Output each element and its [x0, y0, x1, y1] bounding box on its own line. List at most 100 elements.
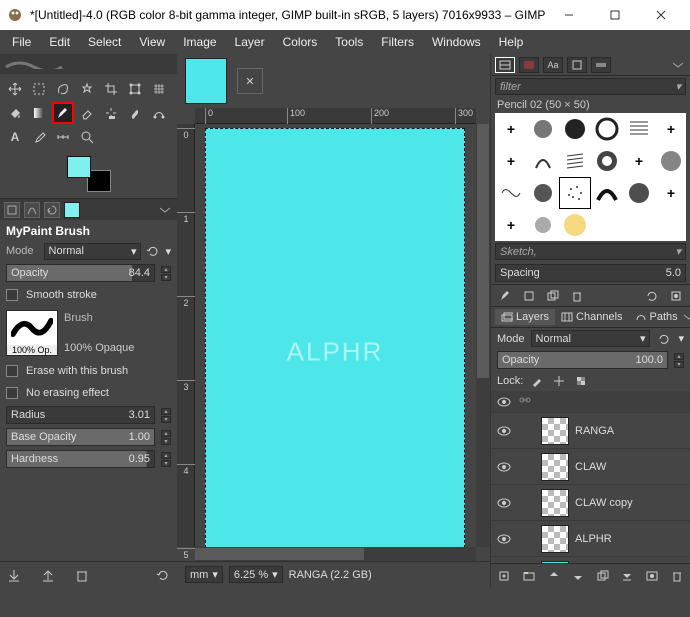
tab-fonts[interactable]: Aa: [543, 57, 563, 73]
tool-zoom[interactable]: [76, 126, 98, 148]
opacity-slider[interactable]: Opacity 84.4: [6, 264, 155, 282]
menu-image[interactable]: Image: [175, 32, 224, 52]
refresh-brushes-icon[interactable]: [644, 288, 660, 304]
brush-cell[interactable]: [591, 145, 623, 177]
menu-select[interactable]: Select: [80, 32, 129, 52]
layer-thumbnail[interactable]: [541, 453, 569, 481]
eye-icon[interactable]: [495, 498, 513, 508]
menu-windows[interactable]: Windows: [424, 32, 489, 52]
brush-cell[interactable]: [559, 145, 591, 177]
brush-grid[interactable]: + + + + + +: [495, 113, 686, 241]
duplicate-brush-icon[interactable]: [545, 288, 561, 304]
dock-menu-icon[interactable]: [684, 309, 690, 325]
menu-help[interactable]: Help: [491, 32, 532, 52]
layer-name[interactable]: ALPHR: [575, 533, 686, 545]
new-brush-icon[interactable]: [521, 288, 537, 304]
erase-checkbox[interactable]: Erase with this brush: [0, 360, 177, 382]
layer-thumbnail[interactable]: [541, 525, 569, 553]
merge-layer-icon[interactable]: [620, 568, 635, 584]
tool-warp[interactable]: [148, 78, 170, 100]
brush-cell[interactable]: [527, 209, 559, 241]
tab-brushes[interactable]: [495, 57, 515, 73]
noerase-checkbox[interactable]: No erasing effect: [0, 382, 177, 404]
tool-path[interactable]: [148, 102, 170, 124]
brush-grid-new[interactable]: +: [655, 177, 686, 209]
brush-cell[interactable]: [591, 113, 623, 145]
opacity-spinner[interactable]: ▴▾: [161, 266, 171, 281]
chevron-down-icon[interactable]: ▾: [678, 332, 684, 345]
tool-free-select[interactable]: [52, 78, 74, 100]
baseop-spinner[interactable]: ▴▾: [161, 430, 171, 445]
layer-row[interactable]: ALPHR: [491, 521, 690, 557]
dock-menu-icon[interactable]: [157, 202, 173, 218]
raise-layer-icon[interactable]: [546, 568, 561, 584]
tool-smudge[interactable]: [124, 102, 146, 124]
mask-layer-icon[interactable]: [645, 568, 660, 584]
tool-text[interactable]: A: [4, 126, 26, 148]
layer-opacity-slider[interactable]: Opacity 100.0: [497, 351, 668, 369]
tab-images[interactable]: [64, 202, 80, 218]
dock-menu-icon[interactable]: [670, 57, 686, 73]
smooth-stroke-checkbox[interactable]: Smooth stroke: [0, 284, 177, 306]
edit-brush-icon[interactable]: [497, 288, 513, 304]
duplicate-layer-icon[interactable]: [596, 568, 611, 584]
brush-cell[interactable]: [655, 209, 686, 241]
horizontal-scrollbar[interactable]: [195, 547, 476, 561]
menu-tools[interactable]: Tools: [327, 32, 371, 52]
horizontal-ruler[interactable]: 0 100 200 300: [195, 108, 476, 124]
layer-thumbnail[interactable]: [541, 489, 569, 517]
tool-fuzzy-select[interactable]: [76, 78, 98, 100]
new-layer-group-icon[interactable]: [522, 568, 537, 584]
open-as-image-icon[interactable]: [668, 288, 684, 304]
tool-eraser[interactable]: [76, 102, 98, 124]
layer-mode-dropdown[interactable]: Normal ▾: [531, 330, 651, 347]
brush-preview[interactable]: 100% Op.: [6, 310, 58, 356]
brush-grid-new[interactable]: +: [495, 209, 527, 241]
layer-row[interactable]: RANGA: [491, 413, 690, 449]
layer-thumbnail[interactable]: [541, 417, 569, 445]
image-tab-thumbnail[interactable]: [185, 58, 227, 104]
tab-undo-history[interactable]: [44, 202, 60, 218]
tab-patterns[interactable]: [519, 57, 539, 73]
tool-clone[interactable]: [100, 102, 122, 124]
layer-row[interactable]: CLAW: [491, 449, 690, 485]
tool-gradient[interactable]: [28, 102, 50, 124]
brush-grid-new[interactable]: +: [655, 113, 686, 145]
brush-grid-new[interactable]: +: [495, 113, 527, 145]
reset-tool-icon[interactable]: [155, 567, 171, 583]
brush-cell[interactable]: [623, 113, 655, 145]
fg-color[interactable]: [67, 156, 91, 178]
lock-pixels-icon[interactable]: [529, 373, 545, 389]
window-close-button[interactable]: [638, 0, 684, 30]
layer-name[interactable]: RANGA: [575, 425, 686, 437]
delete-preset-icon[interactable]: [74, 567, 90, 583]
hardness-spinner[interactable]: ▴▾: [161, 452, 171, 467]
menu-edit[interactable]: Edit: [41, 32, 78, 52]
brush-category-dropdown[interactable]: Sketch, ▾: [495, 243, 686, 260]
window-minimize-button[interactable]: [546, 0, 592, 30]
chevron-down-icon[interactable]: ▾: [165, 245, 171, 258]
eye-icon[interactable]: [495, 534, 513, 544]
restore-preset-icon[interactable]: [40, 567, 56, 583]
tab-paths[interactable]: Paths: [629, 309, 684, 325]
brush-grid-new[interactable]: +: [623, 145, 655, 177]
canvas[interactable]: ALPHR: [205, 128, 465, 547]
brush-cell[interactable]: [559, 209, 591, 241]
spacing-slider[interactable]: Spacing 5.0: [495, 264, 686, 282]
menu-filters[interactable]: Filters: [373, 32, 422, 52]
menu-file[interactable]: File: [4, 32, 39, 52]
tool-measure[interactable]: [52, 126, 74, 148]
window-maximize-button[interactable]: [592, 0, 638, 30]
link-icon[interactable]: [519, 395, 535, 408]
eye-icon[interactable]: [495, 462, 513, 472]
zoom-dropdown[interactable]: 6.25 %▾: [229, 566, 283, 583]
brush-cell-selected[interactable]: [559, 177, 591, 209]
tab-layers[interactable]: Layers: [495, 309, 555, 325]
brush-cell[interactable]: [655, 145, 686, 177]
mode-dropdown[interactable]: Normal ▾: [44, 243, 142, 260]
color-swatch[interactable]: [67, 156, 111, 192]
brush-cell[interactable]: [623, 209, 655, 241]
brush-cell[interactable]: [591, 177, 623, 209]
eye-icon[interactable]: [495, 397, 513, 407]
vertical-scrollbar[interactable]: [476, 124, 490, 547]
